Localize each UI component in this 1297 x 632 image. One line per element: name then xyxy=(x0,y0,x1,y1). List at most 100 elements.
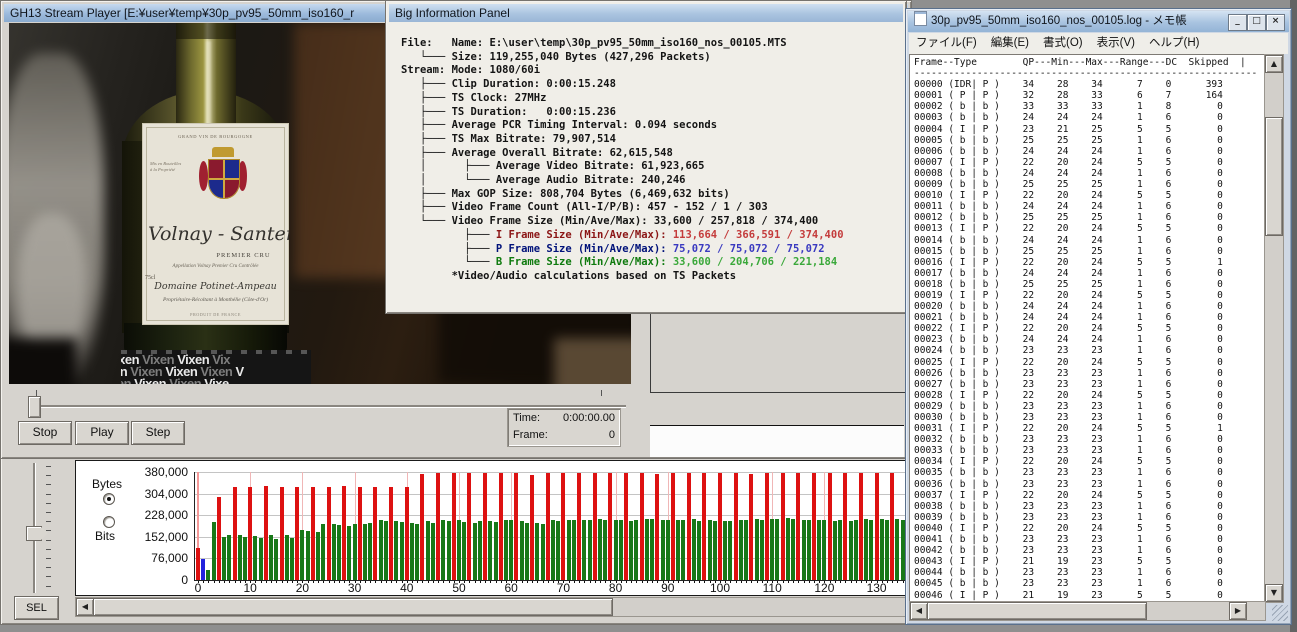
b-frame-bar xyxy=(665,520,670,580)
zoom-slider-tick xyxy=(46,521,51,523)
x-axis-tick-label: 30 xyxy=(347,581,362,595)
step-button[interactable]: Step xyxy=(131,421,185,445)
b-frame-bar xyxy=(879,519,884,580)
stop-button[interactable]: Stop xyxy=(18,421,72,445)
b-frame-bar xyxy=(321,524,326,580)
b-frame-bar xyxy=(785,518,790,580)
b-frame-bar xyxy=(676,519,681,580)
b-frame-bar xyxy=(211,521,216,580)
i-frame-bar xyxy=(702,472,707,580)
b-frame-bar xyxy=(869,520,874,580)
b-frame-bar xyxy=(446,521,451,580)
b-frame-bar xyxy=(681,520,686,580)
menu-item[interactable]: 編集(E) xyxy=(984,37,1036,49)
b-frame-bar xyxy=(462,521,467,580)
b-frame-bar xyxy=(519,521,524,580)
b-frame-bar xyxy=(493,521,498,580)
info-line: └─── B Frame Size (Min/Ave/Max): 33,600 … xyxy=(401,256,838,269)
i-frame-bar xyxy=(216,497,221,580)
scroll-left-icon[interactable]: ◀ xyxy=(910,602,928,620)
glass-highlight xyxy=(206,41,211,125)
i-frame-bar xyxy=(420,473,425,580)
scroll-right-icon[interactable]: ▶ xyxy=(1229,602,1247,620)
crest-icon xyxy=(197,147,249,209)
bytes-radio[interactable] xyxy=(103,493,115,505)
scroll-up-icon[interactable]: ▲ xyxy=(1265,55,1283,73)
play-button[interactable]: Play xyxy=(75,421,129,445)
info-line: ├─── I Frame Size (Min/Ave/Max): 113,664… xyxy=(401,228,844,241)
zoom-slider-thumb[interactable] xyxy=(26,526,48,541)
b-frame-bar xyxy=(770,519,775,580)
b-frame-bar xyxy=(368,522,373,580)
b-frame-bar xyxy=(284,534,289,580)
premier-cru-text: PREMIER CRU xyxy=(216,252,271,259)
b-frame-bar xyxy=(848,521,853,580)
i-frame-bar xyxy=(718,473,722,580)
i-frame-bar xyxy=(467,473,472,580)
i-frame-bar xyxy=(624,473,629,580)
b-frame-bar xyxy=(222,537,227,580)
bottle-capsule xyxy=(176,23,236,39)
i-frame-bar xyxy=(592,472,597,580)
info-panel-titlebar[interactable]: Big Information Panel xyxy=(389,4,903,22)
info-line: ├─── Video Frame Count (All-I/P/B): 457 … xyxy=(401,201,768,214)
notepad-vscrollbar[interactable]: ▲ ▼ xyxy=(1264,54,1284,603)
i-frame-bar xyxy=(780,472,785,580)
log-text-area[interactable]: Frame--Type QP---Min---Max---Range---DC … xyxy=(909,54,1266,603)
label-region-text: GRAND VIN DE BOURGOGNE xyxy=(178,134,253,139)
scroll-down-icon[interactable]: ▼ xyxy=(1265,584,1283,602)
bits-radio[interactable] xyxy=(103,516,115,528)
wine-bottle: GRAND VIN DE BOURGOGNE Mis en Bouteilles… xyxy=(122,23,289,363)
shield-icon xyxy=(208,159,240,199)
info-line: ├─── Clip Duration: 0:00:15.248 xyxy=(401,78,616,91)
i-frame-bar xyxy=(858,472,863,580)
frame-label: Frame: xyxy=(513,429,548,441)
i-frame-bar xyxy=(608,473,613,580)
b-frame-bar xyxy=(759,520,764,580)
log-text: Frame--Type QP---Min---Max---Range---DC … xyxy=(914,57,1258,601)
x-axis-tick-label: 80 xyxy=(608,581,623,595)
produit-text: PRODUIT DE FRANCE xyxy=(190,312,241,317)
b-frame-bar xyxy=(316,531,321,580)
zoom-slider-tick xyxy=(46,512,51,513)
notepad-vscroll-thumb[interactable] xyxy=(1265,117,1283,236)
sel-button[interactable]: SEL xyxy=(14,596,59,620)
minimize-button[interactable]: _ xyxy=(1228,14,1247,31)
b-frame-bar xyxy=(728,520,733,580)
i-frame-bar xyxy=(357,487,362,580)
b-frame-bar xyxy=(430,522,435,580)
chart-hscrollbar[interactable]: ◀ xyxy=(75,597,907,617)
vixen-logo-row: ixen Vixen Vixen Vixe xyxy=(121,376,229,384)
i-frame-bar xyxy=(451,472,456,580)
notepad-hscrollbar[interactable]: ◀ ▶ xyxy=(909,601,1266,621)
b-frame-bar xyxy=(597,519,602,580)
info-line: ├─── Average Overall Bitrate: 62,615,548 xyxy=(401,146,673,159)
b-frame-bar xyxy=(660,519,665,580)
notepad-hscroll-thumb[interactable] xyxy=(927,602,1147,620)
i-frame-bar xyxy=(232,487,237,580)
x-axis-tick-label: 120 xyxy=(814,581,835,595)
chart-hscroll-thumb[interactable] xyxy=(93,598,613,616)
chart-hscroll-left-icon[interactable]: ◀ xyxy=(76,598,94,616)
menu-item[interactable]: ヘルプ(H) xyxy=(1142,37,1206,49)
info-line: ├─── Average PCR Timing Interval: 0.094 … xyxy=(401,119,718,132)
b-frame-bar xyxy=(410,522,415,580)
resize-grip[interactable] xyxy=(1272,605,1288,621)
i-frame-bar xyxy=(639,472,644,580)
i-frame-bar xyxy=(263,486,268,580)
i-frame-bar xyxy=(248,487,253,580)
menu-item[interactable]: ファイル(F) xyxy=(909,37,984,49)
b-frame-bar xyxy=(571,520,576,580)
maximize-button[interactable]: □ xyxy=(1247,14,1266,31)
b-frame-bar xyxy=(305,530,310,580)
b-frame-bar xyxy=(347,525,352,580)
menu-item[interactable]: 表示(V) xyxy=(1090,37,1142,49)
info-line: └─── Video Frame Size (Min/Ave/Max): 33,… xyxy=(401,215,819,228)
seek-slider-thumb[interactable] xyxy=(28,396,41,418)
i-frame-bar xyxy=(577,473,582,580)
notepad-title: 30p_pv95_50mm_iso160_nos_00105.log - メモ帳 xyxy=(931,15,1187,27)
menu-item[interactable]: 書式(O) xyxy=(1036,37,1090,49)
b-frame-bar xyxy=(744,519,749,580)
close-button[interactable]: × xyxy=(1266,14,1285,31)
proprietor-text: Propriétaire-Récoltant à Monthélie (Côte… xyxy=(162,297,269,303)
